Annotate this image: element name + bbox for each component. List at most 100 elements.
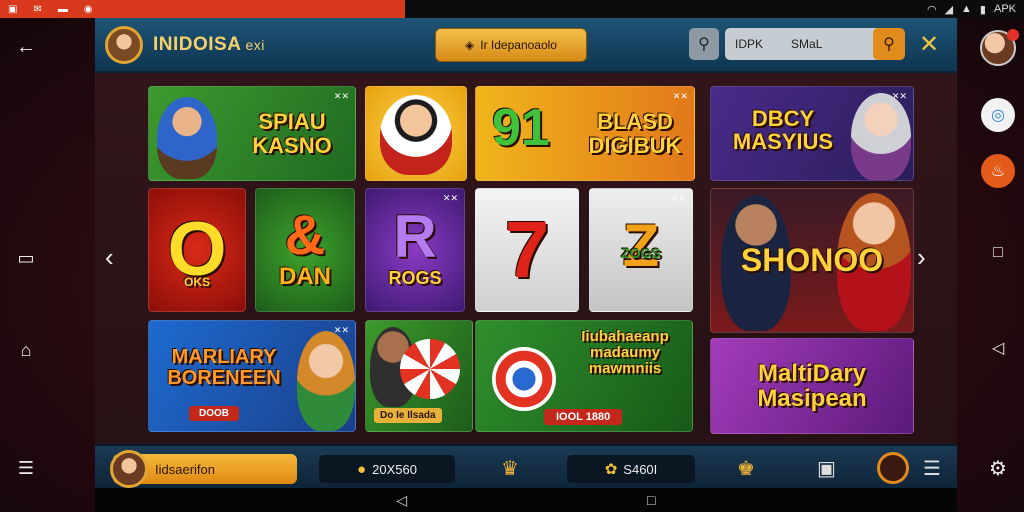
tile-title: MaltiDary Masipean xyxy=(757,359,867,412)
battery-icon: ▮ xyxy=(979,3,986,16)
search-submit-button[interactable]: ⚲ xyxy=(873,28,905,60)
game-tile-cartoon[interactable] xyxy=(365,86,467,181)
woman-illustration xyxy=(297,331,355,431)
location-icon: ◉ xyxy=(83,3,93,15)
right-rail: ◎ ♨ □ ◁ ⚙ xyxy=(972,18,1024,512)
square-icon[interactable]: □ xyxy=(993,244,1003,262)
top-header: INIDOISA exi ◈ Ir Idepanoaolo ⚲ IDPK SMaL… xyxy=(95,18,957,73)
coin-icon: ● xyxy=(357,460,367,478)
character-illustration xyxy=(157,97,217,179)
tile-title: ZOGS xyxy=(621,245,661,261)
status-bar-system: ◠ ◢ ▲ ▮ APK xyxy=(927,3,1024,16)
android-nav-bar: ◁ □ xyxy=(95,488,957,512)
message-icon: ▬ xyxy=(57,3,68,15)
brand-suffix: exi xyxy=(245,37,265,53)
screen-rotate-icon[interactable]: ▭ xyxy=(17,248,34,269)
game-tile-chip[interactable]: Do Ie Ilsada xyxy=(365,320,473,432)
trophy-icon[interactable]: ♛ xyxy=(501,456,519,481)
tile-number: 91 xyxy=(492,99,550,157)
game-tile-shonoo[interactable]: SHONOO xyxy=(710,188,914,333)
status-text: APK xyxy=(993,3,1016,15)
brand-name: INIDOISA xyxy=(153,34,242,55)
favorite-icon: ✕✕ xyxy=(442,193,458,203)
triangle-back-icon[interactable]: ◁ xyxy=(992,338,1004,358)
status-bar: ▣ ✉ ▬ ◉ ◠ ◢ ▲ ▮ APK xyxy=(0,0,1024,18)
crown-icon[interactable]: ♚ xyxy=(737,456,755,481)
game-tile-rogs[interactable]: ✕✕ R ROGS xyxy=(365,188,465,312)
game-tile-zogs[interactable]: ✕✕ Z ZOGS xyxy=(589,188,693,312)
game-tile-red-o[interactable]: O OKS xyxy=(148,188,246,312)
search-input-text-2: SMaL xyxy=(791,37,823,51)
user-avatar[interactable] xyxy=(110,450,148,488)
carousel-next-arrow[interactable]: › xyxy=(917,242,926,273)
flame-icon[interactable]: ♨ xyxy=(981,154,1015,188)
mail-icon: ✉ xyxy=(33,3,42,15)
brand-logo[interactable] xyxy=(105,26,143,64)
cartoon-character-illustration xyxy=(380,95,452,175)
home-icon[interactable]: ⌂ xyxy=(21,340,32,361)
casino-chip-illustration xyxy=(400,339,460,399)
game-tile-maltidary[interactable]: MaltiDary Masipean xyxy=(710,338,914,434)
tile-big-letter: R xyxy=(393,202,437,270)
game-tile-spiau-kasno[interactable]: ✕✕ SPIAU KASNO xyxy=(148,86,356,181)
wifi-icon: ◠ xyxy=(926,3,937,16)
tile-title: Iiubahaeanp madaumy mawmniis xyxy=(581,328,669,377)
settings-gear-icon[interactable]: ⚙ xyxy=(989,456,1007,481)
promo-button[interactable]: ◈ Ir Idepanoaolo xyxy=(435,28,587,62)
search-toggle-button[interactable]: ⚲ xyxy=(689,28,719,60)
game-tile-dan[interactable]: & DAN xyxy=(255,188,355,312)
casino-app-window: INIDOISA exi ◈ Ir Idepanoaolo ⚲ IDPK SMaL… xyxy=(95,18,957,512)
clover-icon: ✿ xyxy=(604,461,618,478)
game-tile-marliary[interactable]: ✕✕ MARLIARY BORENEEN DOOB xyxy=(148,320,356,432)
tile-big-letter: 7 xyxy=(504,205,550,294)
left-rail: ← ▭ ⌂ ☰ xyxy=(0,18,52,512)
tile-big-letter: & xyxy=(284,202,326,266)
profile-avatar[interactable] xyxy=(980,29,1019,66)
bottom-bar: Iidsaerifon ● 20X560 ♛ ✿ S460I ♚ ▣ ☰ xyxy=(95,444,957,488)
status-bar-notifications: ▣ ✉ ▬ ◉ xyxy=(0,0,405,18)
gift-box-icon[interactable]: ▣ xyxy=(817,456,836,481)
close-icon: ✕ xyxy=(919,31,940,58)
favorite-icon: ✕✕ xyxy=(333,91,349,101)
favorite-icon: ✕✕ xyxy=(672,91,688,101)
game-tile-mabia[interactable]: Iiubahaeanp madaumy mawmniis IOOL 1880 xyxy=(475,320,693,432)
tile-subtitle: DOOB xyxy=(189,406,239,421)
tile-title: ROGS xyxy=(388,268,442,288)
tile-title: SPIAU KASNO xyxy=(252,109,332,158)
menu-list-icon[interactable]: ☰ xyxy=(923,456,941,481)
gem-balance[interactable]: ✿ S460I xyxy=(567,455,695,483)
nav-back-icon[interactable]: ◁ xyxy=(396,492,407,509)
game-tile-dbcy-masyius[interactable]: ✕✕ DBCY MASYIUS xyxy=(710,86,914,181)
username: Iidsaerifon xyxy=(155,461,215,477)
coin-balance-value: 20X560 xyxy=(372,461,417,477)
promo-label: Ir Idepanoaolo xyxy=(480,38,557,52)
nav-recents-icon[interactable]: □ xyxy=(647,492,655,508)
favorite-icon: ✕✕ xyxy=(670,193,686,203)
chat-bubble-icon[interactable]: ◎ xyxy=(981,98,1015,132)
tile-subtitle: IOOL 1880 xyxy=(544,409,623,425)
gem-balance-value: S460I xyxy=(623,461,658,477)
signal-icon: ◢ xyxy=(944,3,954,16)
tile-title: MARLIARY BORENEEN xyxy=(167,346,281,389)
tile-title: BLASD DIGIBUK xyxy=(588,109,682,158)
coin-balance[interactable]: ● 20X560 xyxy=(319,455,455,483)
tile-title: OKS xyxy=(183,275,210,289)
menu-bars-icon[interactable]: ☰ xyxy=(18,458,34,479)
brand-title: INIDOISA exi xyxy=(153,34,265,56)
search-icon: ⚲ xyxy=(698,36,710,53)
close-button[interactable]: ✕ xyxy=(919,30,939,59)
game-tile-seven[interactable]: 7 xyxy=(475,188,579,312)
gift-icon: ◈ xyxy=(465,38,475,52)
back-arrow-icon[interactable]: ← xyxy=(16,36,36,59)
tile-title: DBCY MASYIUS xyxy=(732,106,834,155)
woman-illustration xyxy=(851,93,911,180)
notification-badge xyxy=(1007,29,1019,41)
search-input-text: IDPK xyxy=(735,37,764,51)
spin-wheel-icon[interactable] xyxy=(877,452,909,484)
tile-subtitle: Do Ie Ilsada xyxy=(374,408,442,423)
search-icon: ⚲ xyxy=(883,36,895,53)
game-tile-blasd-digibuk[interactable]: ✕✕ 91 BLASD DIGIBUK xyxy=(475,86,695,181)
tile-title: DAN xyxy=(279,263,331,290)
signal-icon-2: ▲ xyxy=(961,3,972,15)
carousel-prev-arrow[interactable]: ‹ xyxy=(105,242,114,273)
